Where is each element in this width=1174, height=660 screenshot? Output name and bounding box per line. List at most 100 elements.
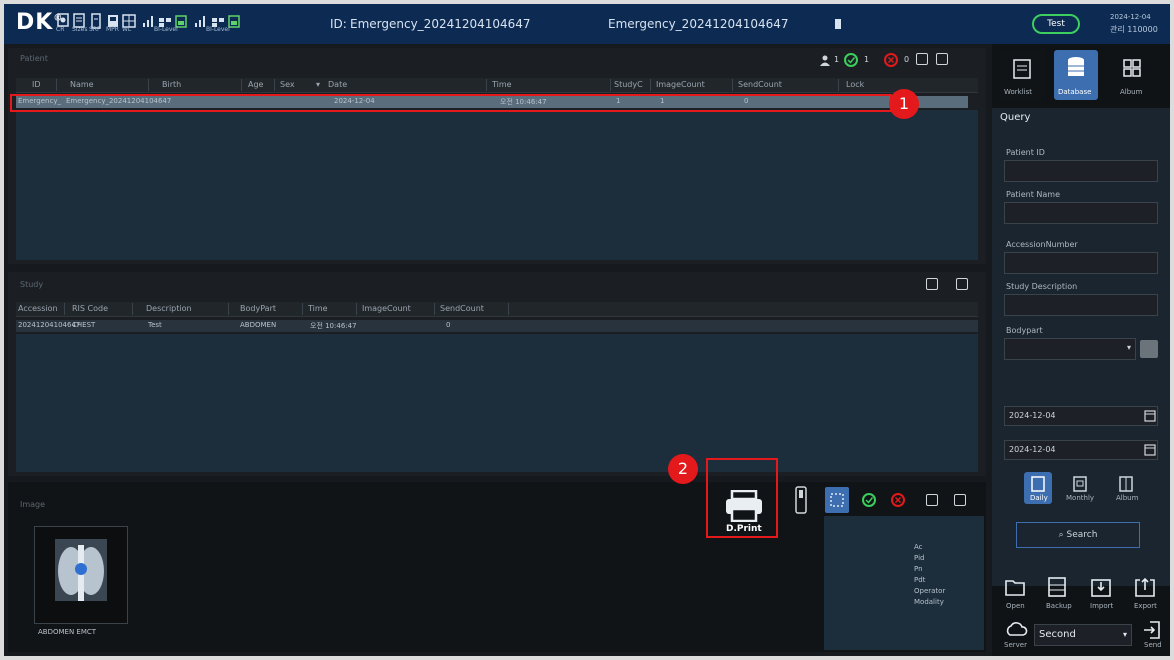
tab-database[interactable]: Database [1054,50,1098,100]
info-line-1: 2024-12-04 [1110,13,1151,21]
bodypart-select[interactable]: ▾ [1004,338,1136,360]
study-panel: Study Accession RIS Code Description Bod… [8,272,986,476]
album-grid-icon [1123,59,1141,77]
mode-monthly-label: Monthly [1066,494,1095,502]
image-thumbnail[interactable] [34,526,128,624]
test-button[interactable]: Test [1032,14,1080,34]
date-from-field[interactable]: 2024-12-04 [1004,406,1158,426]
error-filter-icon[interactable] [884,53,898,67]
selected-row-highlight [10,94,892,112]
thumbnail-label: ABDOMEN EMCT [38,628,97,636]
mode-album[interactable]: Album [1112,472,1140,504]
image-panel-title: Image [20,500,46,509]
mode-daily-label: Daily [1030,494,1048,502]
table-row[interactable]: 20241204104647 CHEST Test ABDOMEN 오전 10:… [16,320,978,332]
usb-icon[interactable] [795,486,807,514]
import-icon[interactable] [1090,576,1112,598]
info-line-2: 관리 110000 [1110,25,1158,34]
wl-label: WL [122,26,132,33]
col-accession[interactable]: Accession [18,304,58,313]
patient-name-field[interactable] [1004,202,1158,224]
patient-list-area [16,110,978,260]
list-icon[interactable] [956,278,968,290]
list-icon[interactable] [954,494,966,506]
mode-daily[interactable]: Daily [1024,472,1052,504]
col-id[interactable]: ID [32,80,41,89]
query-title: Query [1000,112,1031,123]
error-count: 0 [904,55,910,64]
accession-number-label: AccessionNumber [1006,240,1078,249]
chevron-down-icon: ▾ [1126,343,1131,352]
list-icon[interactable] [936,53,948,65]
success-count: 1 [864,55,870,64]
col-time[interactable]: Time [492,80,512,89]
patient-panel: Patient 1 1 0 ID Name Birth Age Sex ▾ Da… [8,48,986,264]
col-date[interactable]: Date [328,80,347,89]
tab-worklist[interactable]: Worklist [1000,50,1044,100]
col-ris-code[interactable]: RIS Code [72,304,108,313]
callout-1: 1 [889,89,919,119]
col-lock[interactable]: Lock [846,80,864,89]
image-info-lines: Ac Pid Pn Pdt Operator Modality [914,543,946,606]
col-time[interactable]: Time [308,304,328,313]
col-sex[interactable]: Sex [280,80,295,89]
open-icon[interactable] [1004,576,1026,598]
study-description-field[interactable] [1004,294,1158,316]
error-filter-icon[interactable] [891,493,905,507]
database-icon [1068,57,1084,76]
cloud-server-icon[interactable] [1004,620,1028,638]
col-name[interactable]: Name [70,80,94,89]
col-age[interactable]: Age [248,80,263,89]
cell-accession: 20241204104647 [18,321,81,329]
col-send-count[interactable]: SendCount [738,80,782,89]
edit-icon[interactable] [926,278,938,290]
person-count: 1 [834,55,840,64]
tab-database-label: Database [1058,88,1092,96]
patient-table-header: ID Name Birth Age Sex ▾ Date Time StudyC… [16,78,978,93]
col-image-count[interactable]: ImageCount [362,304,411,313]
cell-send-count: 0 [446,321,451,329]
accession-number-field[interactable] [1004,252,1158,274]
person-icon [820,55,830,66]
date-to-field[interactable]: 2024-12-04 [1004,440,1158,460]
send-label: Send [1144,641,1162,649]
patient-id-prefix: ID: [330,17,347,31]
success-filter-icon[interactable] [862,493,876,507]
study-table-header: Accession RIS Code Description BodyPart … [16,302,978,317]
cell-time: 오전 10:46:47 [310,322,357,330]
col-description[interactable]: Description [146,304,192,313]
col-image-count[interactable]: ImageCount [656,80,705,89]
patient-id-field[interactable] [1004,160,1158,182]
export-label: Export [1134,602,1157,610]
edit-icon[interactable] [916,53,928,65]
image-panel: Image ABDOMEN EMCT D.Print Ac Pid Pn Pdt… [8,482,986,652]
study-list-area [16,334,978,472]
print-button-highlight [706,458,778,538]
tab-album-label: Album [1120,88,1143,96]
calendar-icon[interactable] [1144,443,1156,456]
col-bodypart[interactable]: BodyPart [240,304,276,313]
search-button[interactable]: ⌕ Search [1016,522,1140,548]
export-icon[interactable] [1134,576,1156,598]
col-studyc[interactable]: StudyC [614,80,643,89]
level-label-2: Bl-Level [206,26,230,33]
cr-label: CR [56,26,65,33]
success-filter-icon[interactable] [844,53,858,67]
mode-monthly[interactable]: Monthly [1066,472,1094,504]
cell-ris-code: CHEST [72,321,96,329]
bodypart-settings-button[interactable] [1140,340,1158,358]
col-birth[interactable]: Birth [162,80,181,89]
right-sidebar: Worklist Database Album Query Patient ID… [992,44,1170,656]
select-all-icon[interactable] [825,487,849,513]
backup-icon[interactable] [1046,576,1068,598]
level-label: Bl-Level [154,26,178,33]
gender-icon [835,19,841,29]
tab-album[interactable]: Album [1110,50,1154,100]
send-mode-select[interactable]: Second ▾ [1034,624,1132,646]
send-icon[interactable] [1142,620,1162,640]
calendar-icon[interactable] [1144,409,1156,422]
edit-icon[interactable] [926,494,938,506]
col-send-count[interactable]: SendCount [440,304,484,313]
tab-worklist-label: Worklist [1004,88,1033,96]
cell-bodypart: ABDOMEN [240,321,277,329]
